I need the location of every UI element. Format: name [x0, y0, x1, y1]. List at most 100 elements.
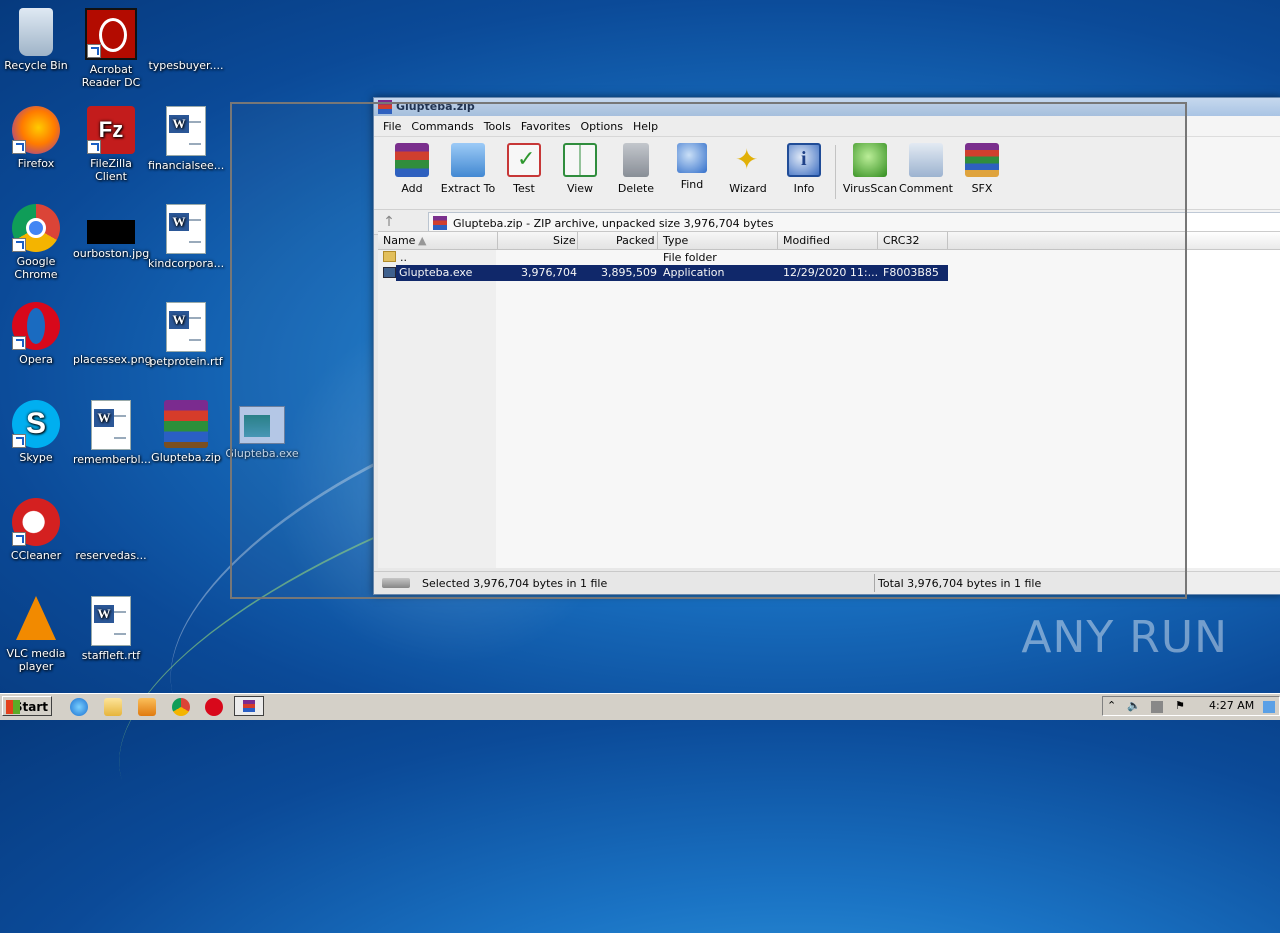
- toolbar-separator: [835, 145, 836, 199]
- internet-explorer-icon[interactable]: [70, 698, 88, 716]
- zip-archive-icon: [433, 216, 447, 230]
- media-player-icon[interactable]: [138, 698, 156, 716]
- test-checklist-icon: [507, 143, 541, 177]
- opera-taskbar-icon[interactable]: [205, 698, 223, 716]
- test-button[interactable]: Test: [496, 143, 552, 195]
- sfx-button[interactable]: SFX: [954, 143, 1010, 195]
- start-button[interactable]: Start: [2, 696, 52, 716]
- image-icon: [87, 302, 135, 350]
- folder-icon: [383, 251, 396, 262]
- desktop-icon-opera[interactable]: Opera: [0, 302, 74, 366]
- desktop-icon-kindcorpora[interactable]: kindcorpora...: [148, 204, 224, 270]
- show-desktop-icon[interactable]: [1263, 701, 1275, 713]
- list-header: Name ▲ Size Packed Type Modified CRC32: [378, 232, 1280, 250]
- col-type[interactable]: Type: [663, 234, 688, 248]
- desktop-icon-reservedas[interactable]: reservedas...: [73, 498, 149, 562]
- info-button[interactable]: Info: [776, 143, 832, 195]
- desktop-icon-petprotein[interactable]: petprotein.rtf: [148, 302, 224, 368]
- winrar-archive-icon: [164, 400, 208, 448]
- desktop-icon-rememberbl[interactable]: rememberbl...: [73, 400, 151, 466]
- status-selected: Selected 3,976,704 bytes in 1 file: [422, 577, 608, 590]
- network-icon[interactable]: [1151, 701, 1163, 713]
- desktop-icon-staffleft[interactable]: staffleft.rtf: [73, 596, 149, 662]
- desktop-icon-typesbuyer[interactable]: typesbuyer....: [148, 8, 224, 72]
- add-icon: [395, 143, 429, 177]
- show-hidden-icons-icon[interactable]: ⌃: [1107, 699, 1116, 712]
- ccleaner-icon: [12, 498, 60, 546]
- word-doc-icon: [166, 204, 206, 254]
- word-doc-icon: [91, 400, 131, 450]
- comment-icon: [909, 143, 943, 177]
- desktop-icon-recycle-bin[interactable]: Recycle Bin: [0, 8, 74, 72]
- recycle-bin-icon: [19, 8, 53, 56]
- table-row-parent[interactable]: .. File folder: [378, 250, 948, 266]
- clock-time[interactable]: 4:27 AM: [1209, 699, 1254, 712]
- file-icon: [87, 498, 135, 546]
- col-crc32[interactable]: CRC32: [883, 234, 919, 248]
- comment-button[interactable]: Comment: [898, 143, 954, 195]
- menu-help[interactable]: Help: [628, 120, 663, 133]
- table-row-selected[interactable]: Glupteba.exe 3,976,704 3,895,509 Applica…: [396, 265, 948, 281]
- up-arrow-icon[interactable]: ↑: [374, 214, 404, 230]
- extract-to-button[interactable]: Extract To: [440, 143, 496, 195]
- extract-folder-icon: [451, 143, 485, 177]
- taskbar: Start ⌃ 🔈 ⚑ 4:27 AM: [0, 693, 1280, 720]
- word-doc-icon: [91, 596, 131, 646]
- desktop-icon-vlc[interactable]: VLC media player: [0, 596, 74, 673]
- trash-icon: [623, 143, 649, 177]
- acrobat-icon: [85, 8, 137, 60]
- menu-file[interactable]: File: [378, 120, 406, 133]
- desktop-icon-glupteba-zip[interactable]: Glupteba.zip: [148, 400, 224, 464]
- menu-tools[interactable]: Tools: [479, 120, 516, 133]
- firefox-icon: [12, 106, 60, 154]
- file-list[interactable]: Name ▲ Size Packed Type Modified CRC32 .…: [378, 231, 1280, 568]
- action-center-flag-icon[interactable]: ⚑: [1175, 699, 1185, 712]
- desktop-icon-filezilla[interactable]: Fz FileZilla Client: [73, 106, 149, 183]
- menu-commands[interactable]: Commands: [406, 120, 478, 133]
- desktop-icon-chrome[interactable]: Google Chrome: [0, 204, 74, 281]
- desktop-icon-skype[interactable]: S Skype: [0, 400, 74, 464]
- desktop-icon-ourboston[interactable]: ourboston.jpg: [73, 204, 149, 260]
- winrar-app-icon: [378, 100, 392, 114]
- add-button[interactable]: Add: [384, 143, 440, 195]
- view-button[interactable]: View: [552, 143, 608, 195]
- col-packed[interactable]: Packed: [616, 234, 655, 248]
- winrar-window[interactable]: Glupteba.zip File Commands Tools Favorit…: [373, 97, 1280, 595]
- title-bar[interactable]: Glupteba.zip: [374, 98, 1280, 116]
- desktop-icon-acrobat[interactable]: Acrobat Reader DC: [73, 8, 149, 89]
- sort-arrow-icon: ▲: [418, 234, 427, 247]
- skype-icon: S: [12, 400, 60, 448]
- desktop-icon-placessex[interactable]: placessex.png: [73, 302, 152, 366]
- windows-logo-icon: [6, 700, 20, 714]
- vlc-icon: [16, 596, 56, 640]
- virus-scan-icon: [853, 143, 887, 177]
- volume-icon[interactable]: 🔈: [1127, 699, 1141, 712]
- desktop-icon-financialsee[interactable]: financialsee...: [148, 106, 224, 172]
- menu-options[interactable]: Options: [576, 120, 628, 133]
- wizard-wand-icon: [731, 143, 765, 177]
- col-size[interactable]: Size: [553, 234, 576, 248]
- chrome-taskbar-icon[interactable]: [172, 698, 190, 716]
- file-explorer-icon[interactable]: [104, 698, 122, 716]
- winrar-taskbar-button[interactable]: [234, 696, 264, 716]
- menu-favorites[interactable]: Favorites: [516, 120, 576, 133]
- col-modified[interactable]: Modified: [783, 234, 830, 248]
- col-name[interactable]: Name: [383, 234, 415, 248]
- delete-button[interactable]: Delete: [608, 143, 664, 195]
- desktop-icon-ccleaner[interactable]: CCleaner: [0, 498, 74, 562]
- find-button[interactable]: Find: [664, 143, 720, 191]
- status-total: Total 3,976,704 bytes in 1 file: [878, 577, 1042, 590]
- desktop-icon-glupteba-exe-dragging[interactable]: Glupteba.exe: [224, 400, 300, 460]
- file-icon: [162, 8, 210, 56]
- filezilla-icon: Fz: [87, 106, 135, 154]
- desktop-icon-firefox[interactable]: Firefox: [0, 106, 74, 170]
- info-icon: [787, 143, 821, 177]
- application-icon: [383, 267, 396, 278]
- toolbar: Add Extract To Test View Delete Find Wiz…: [374, 137, 1280, 210]
- virusscan-button[interactable]: VirusScan: [842, 143, 898, 195]
- image-icon: [87, 220, 135, 244]
- anyrun-watermark: ANY RUN: [1021, 612, 1228, 663]
- opera-icon: [12, 302, 60, 350]
- word-doc-icon: [166, 302, 206, 352]
- wizard-button[interactable]: Wizard: [720, 143, 776, 195]
